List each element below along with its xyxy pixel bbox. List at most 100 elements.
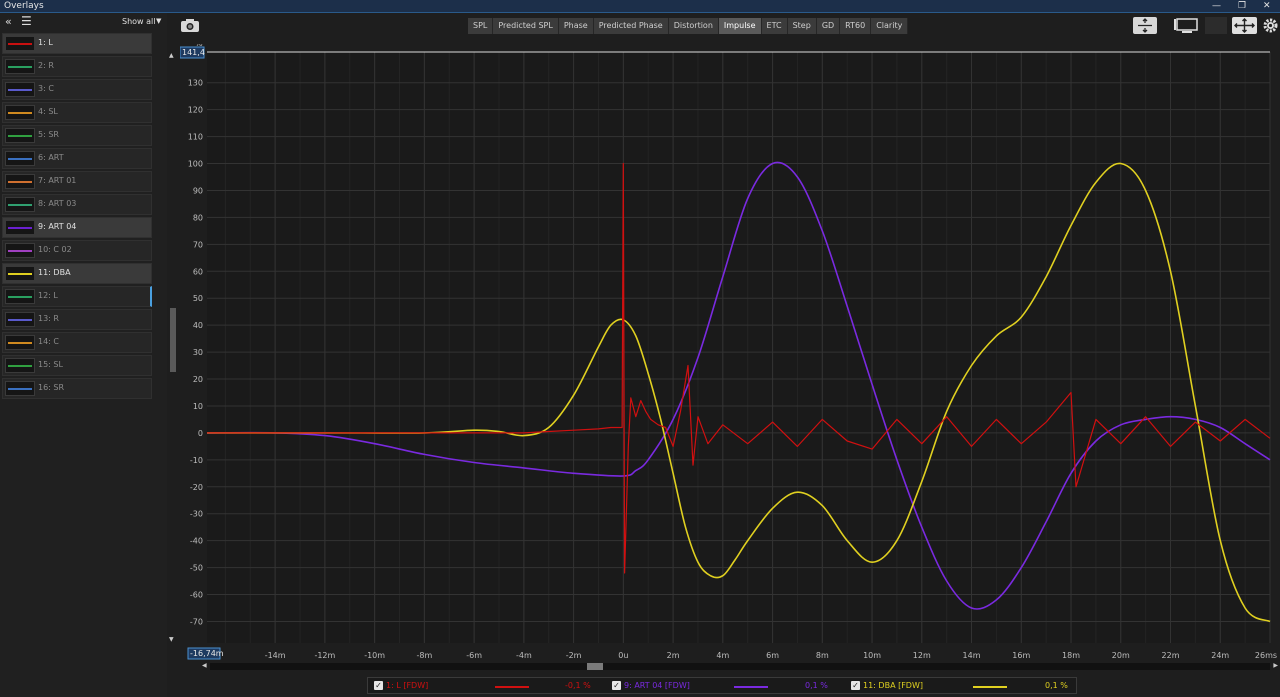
horizontal-scrollbar-thumb[interactable] (587, 663, 603, 670)
vertical-scrollbar[interactable]: ▲ ▼ (169, 50, 177, 644)
trace-thumbnail-line (8, 66, 32, 68)
overlay-list-item[interactable]: 4: SL (2, 102, 152, 123)
trace-thumbnail (5, 128, 35, 143)
expand-arrows-icon[interactable] (1133, 17, 1157, 34)
x-tick-label: 4m (716, 651, 729, 660)
y-tick-label: -60 (190, 591, 203, 600)
scroll-right-icon[interactable]: ▶ (1273, 662, 1278, 669)
overlay-list-item[interactable]: 16: SR (2, 378, 152, 399)
x-tick-label: 8m (816, 651, 829, 660)
overlay-item-label: 11: DBA (38, 268, 71, 277)
overlay-item-label: 10: C 02 (38, 245, 72, 254)
trace-thumbnail (5, 335, 35, 350)
trace-thumbnail (5, 381, 35, 396)
tab-rt60[interactable]: RT60 (840, 18, 872, 34)
overlay-list-item[interactable]: 7: ART 01 (2, 171, 152, 192)
x-tick-label: 20m (1112, 651, 1130, 660)
overlay-list-item[interactable]: 3: C (2, 79, 152, 100)
blank-toggle-button[interactable] (1205, 17, 1227, 34)
overlay-item-label: 14: C (38, 337, 60, 346)
y-tick-label: 100 (188, 160, 203, 169)
legend-line-swatch (734, 686, 768, 688)
y-tick-label: -70 (190, 617, 203, 626)
trace-thumbnail-line (8, 204, 32, 206)
overlay-list-item[interactable]: 5: SR (2, 125, 152, 146)
x-tick-label: 10m (863, 651, 881, 660)
legend-checkbox[interactable]: ✓ (851, 681, 860, 690)
tab-predicted-spl[interactable]: Predicted SPL (493, 18, 559, 34)
x-tick-label: -4m (516, 651, 532, 660)
tab-impulse[interactable]: Impulse (718, 18, 762, 34)
tab-spl[interactable]: SPL (468, 18, 494, 34)
tab-phase[interactable]: Phase (558, 18, 594, 34)
tab-predicted-phase[interactable]: Predicted Phase (593, 18, 669, 34)
monitor-icon[interactable] (1174, 17, 1200, 34)
overlay-list-item[interactable]: 1: L (2, 33, 152, 54)
overlay-item-label: 12: L (38, 291, 58, 300)
scroll-down-icon[interactable]: ▼ (169, 636, 174, 643)
overlay-list-item[interactable]: 14: C (2, 332, 152, 353)
scroll-left-icon[interactable]: ◀ (202, 662, 207, 669)
y-tick-label: 60 (193, 267, 203, 276)
close-icon[interactable]: ✕ (1263, 0, 1271, 12)
x-tick-label: -12m (314, 651, 335, 660)
trace-thumbnail (5, 105, 35, 120)
trace-thumbnail-line (8, 181, 32, 183)
overlay-list-item[interactable]: 10: C 02 (2, 240, 152, 261)
legend-line-swatch (973, 686, 1007, 688)
trace-thumbnail-line (8, 250, 32, 252)
overlay-list-item[interactable]: 13: R (2, 309, 152, 330)
y-tick-label: 70 (193, 240, 203, 249)
x-tick-label: -10m (364, 651, 385, 660)
trace-thumbnail-line (8, 135, 32, 137)
overlay-item-label: 9: ART 04 (38, 222, 77, 231)
fit-arrows-icon[interactable] (1232, 17, 1257, 34)
overlay-item-label: 13: R (38, 314, 59, 323)
trace-thumbnail-line (8, 227, 32, 229)
overlay-list-item[interactable]: 15: SL (2, 355, 152, 376)
overlay-item-label: 16: SR (38, 383, 65, 392)
impulse-chart[interactable]: 1301201101009080706050403020100-10-20-30… (180, 44, 1280, 664)
overlay-list-item[interactable]: 11: DBA (2, 263, 152, 284)
trace-thumbnail-line (8, 112, 32, 114)
chevron-down-icon[interactable]: ▼ (156, 17, 161, 25)
x-tick-label: -2m (566, 651, 582, 660)
restore-icon[interactable]: ❐ (1238, 0, 1246, 12)
gear-icon[interactable] (1262, 17, 1279, 34)
trace-thumbnail-line (8, 319, 32, 321)
y-tick-label: -30 (190, 510, 203, 519)
x-tick-label: 22m (1162, 651, 1180, 660)
show-all-dropdown[interactable]: Show all (122, 17, 155, 26)
legend-checkbox[interactable]: ✓ (612, 681, 621, 690)
tab-distortion[interactable]: Distortion (668, 18, 719, 34)
horizontal-scrollbar[interactable]: ◀ ▶ (202, 662, 1278, 670)
camera-icon[interactable] (180, 17, 200, 33)
overlay-list-item[interactable]: 8: ART 03 (2, 194, 152, 215)
trace-thumbnail-line (8, 273, 32, 275)
y-tick-label: 90 (193, 186, 203, 195)
overlay-item-label: 8: ART 03 (38, 199, 77, 208)
legend-label: 9: ART 04 [FDW] (624, 681, 690, 690)
hamburger-menu-icon[interactable]: ☰ (21, 14, 32, 28)
y-tick-label: 20 (193, 375, 203, 384)
minimize-icon[interactable]: — (1212, 0, 1221, 12)
trace-thumbnail-line (8, 388, 32, 390)
x-tick-label: 12m (913, 651, 931, 660)
scrollbar-thumb[interactable] (170, 308, 176, 372)
trace-thumbnail-line (8, 342, 32, 344)
overlay-list-item[interactable]: 6: ART (2, 148, 152, 169)
tab-clarity[interactable]: Clarity (871, 18, 909, 34)
tab-etc[interactable]: ETC (761, 18, 788, 34)
graph-type-tabs: SPL Predicted SPL Phase Predicted Phase Dist… (468, 18, 909, 34)
tab-gd[interactable]: GD (816, 18, 841, 34)
tab-step[interactable]: Step (787, 18, 817, 34)
chevron-double-left-icon[interactable]: « (5, 15, 12, 28)
legend-checkbox[interactable]: ✓ (374, 681, 383, 690)
overlay-item-label: 1: L (38, 38, 53, 47)
scroll-up-icon[interactable]: ▲ (169, 52, 174, 59)
overlay-list-item[interactable]: 12: L (2, 286, 152, 307)
overlay-list-item[interactable]: 2: R (2, 56, 152, 77)
trace-thumbnail (5, 151, 35, 166)
y-tick-label: 0 (198, 429, 203, 438)
overlay-list-item[interactable]: 9: ART 04 (2, 217, 152, 238)
